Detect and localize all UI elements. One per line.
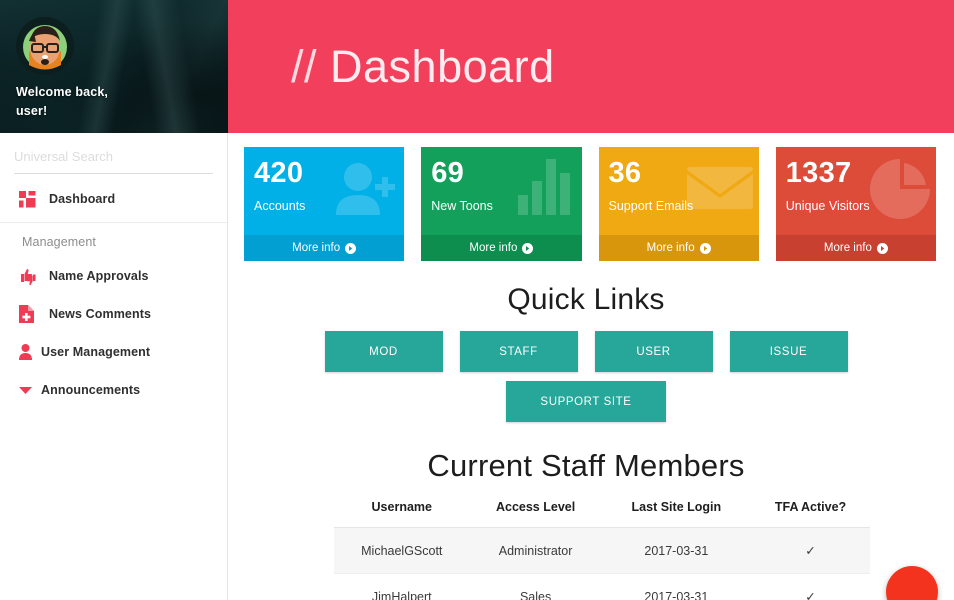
welcome-line-2: user! (16, 104, 48, 118)
sidebar-item-label: Announcements (41, 383, 141, 397)
stat-card-new-toons[interactable]: 69 New Toons More info (421, 147, 582, 261)
user-plus-icon (332, 159, 398, 222)
cell-last-login: 2017-03-31 (601, 573, 752, 600)
table-row[interactable]: MichaelGScott Administrator 2017-03-31 ✓ (334, 527, 870, 574)
sidebar-item-dashboard[interactable]: Dashboard (0, 180, 227, 218)
cell-username: JimHalpert (334, 573, 470, 600)
quick-links-row-2: SUPPORT SITE (236, 381, 936, 422)
pie-chart-icon (870, 159, 930, 224)
stat-more-info-link[interactable]: More info (244, 235, 405, 261)
page-title-slashes: // (291, 41, 318, 92)
cell-last-login: 2017-03-31 (601, 527, 752, 574)
quick-link-support-site-button[interactable]: SUPPORT SITE (506, 381, 666, 422)
grid-dashboard-icon (19, 190, 49, 208)
quick-link-issue-button[interactable]: ISSUE (729, 331, 848, 372)
quick-links-title: Quick Links (507, 283, 665, 316)
avatar[interactable] (16, 17, 74, 75)
more-info-label: More info (646, 242, 695, 254)
more-info-label: More info (469, 242, 518, 254)
caret-down-icon (19, 386, 41, 395)
sidebar: Welcome back, user! Dashboard (0, 0, 228, 600)
more-info-label: More info (823, 242, 872, 254)
cell-username: MichaelGScott (334, 527, 470, 574)
table-header-row: Username Access Level Last Site Login TF… (334, 500, 870, 528)
cell-access-level: Administrator (469, 527, 602, 574)
cell-tfa-active: ✓ (751, 573, 870, 600)
circle-arrow-right-icon (345, 242, 357, 254)
column-header-username: Username (334, 500, 470, 528)
main-content: // Dashboard 420 Accounts More info 69 N… (228, 0, 954, 600)
staff-table-container: Username Access Level Last Site Login TF… (236, 500, 936, 600)
user-avatar-cartoon-icon (16, 17, 74, 75)
quick-links-buttons: MOD STAFF USER ISSUE SUPPORT SITE (236, 331, 936, 422)
sidebar-group-title: Management (22, 235, 96, 249)
thumbs-up-down-icon (19, 268, 49, 285)
sidebar-item-name-approvals[interactable]: Name Approvals (0, 257, 227, 295)
cell-tfa-active: ✓ (751, 527, 870, 574)
sidebar-item-label: User Management (41, 345, 151, 359)
sidebar-item-announcements[interactable]: Announcements (0, 371, 227, 409)
stat-more-info-link[interactable]: More info (598, 235, 759, 261)
stat-card-accounts[interactable]: 420 Accounts More info (244, 147, 405, 261)
welcome-line-1: Welcome back, (16, 85, 109, 99)
sidebar-item-label: News Comments (49, 307, 152, 321)
page-header: // Dashboard (228, 0, 954, 133)
search-input[interactable] (14, 145, 213, 174)
sidebar-item-label: Dashboard (49, 192, 116, 206)
page-title-text: Dashboard (330, 41, 555, 92)
welcome-message: Welcome back, user! (16, 83, 108, 121)
stat-card-support-emails[interactable]: 36 Support Emails More info (598, 147, 759, 261)
search-container (0, 133, 227, 174)
nav-management: Management Name Approvals News Comments … (0, 223, 227, 409)
nav-primary: Dashboard (0, 174, 227, 222)
more-info-label: More info (292, 242, 341, 254)
stat-more-info-link[interactable]: More info (775, 235, 936, 261)
quick-link-staff-button[interactable]: STAFF (459, 331, 578, 372)
column-header-access-level: Access Level (469, 500, 602, 528)
circle-arrow-right-icon (699, 242, 711, 254)
staff-table: Username Access Level Last Site Login TF… (334, 500, 870, 600)
stat-card-unique-visitors[interactable]: 1337 Unique Visitors More info (775, 147, 936, 261)
circle-arrow-right-icon (876, 242, 888, 254)
quick-links-row-1: MOD STAFF USER ISSUE (236, 331, 936, 372)
bar-chart-icon (514, 159, 576, 220)
sidebar-item-user-management[interactable]: User Management (0, 333, 227, 371)
user-icon (19, 344, 41, 360)
column-header-last-login: Last Site Login (601, 500, 752, 528)
stat-cards: 420 Accounts More info 69 New Toons More… (236, 147, 936, 261)
circle-arrow-right-icon (522, 242, 534, 254)
column-header-tfa-active: TFA Active? (751, 500, 870, 528)
staff-table-body: MichaelGScott Administrator 2017-03-31 ✓… (334, 527, 870, 600)
table-row[interactable]: JimHalpert Sales 2017-03-31 ✓ (334, 573, 870, 600)
cell-access-level: Sales (469, 573, 602, 600)
staff-section-title: Current Staff Members (427, 448, 745, 483)
envelope-icon (686, 159, 753, 216)
staff-table-head: Username Access Level Last Site Login TF… (334, 500, 870, 528)
quick-link-mod-button[interactable]: MOD (324, 331, 443, 372)
page-title: // Dashboard (291, 44, 555, 89)
content-scroll-area: 420 Accounts More info 69 New Toons More… (228, 133, 954, 600)
dashboard-page: Welcome back, user! Dashboard (0, 0, 954, 600)
sidebar-item-label: Name Approvals (49, 269, 149, 283)
stat-more-info-link[interactable]: More info (421, 235, 582, 261)
quick-link-user-button[interactable]: USER (594, 331, 713, 372)
sidebar-profile-header: Welcome back, user! (0, 0, 228, 133)
sidebar-item-news-comments[interactable]: News Comments (0, 295, 227, 333)
file-plus-icon (19, 305, 49, 323)
